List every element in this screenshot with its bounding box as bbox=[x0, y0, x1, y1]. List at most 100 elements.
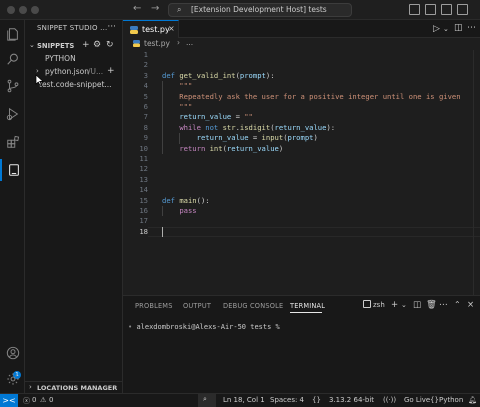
code-text: def main(): bbox=[162, 196, 210, 206]
go-live-button[interactable]: Go Live bbox=[404, 396, 430, 404]
search-icon[interactable] bbox=[0, 48, 25, 70]
code-line[interactable]: 9 return_value = input(prompt) bbox=[123, 133, 480, 143]
go-live-icon[interactable]: ((·)) bbox=[383, 396, 396, 404]
zoom-search-icon: ⌕ bbox=[203, 395, 207, 403]
code-line[interactable]: 15 def main(): bbox=[123, 196, 480, 206]
new-terminal-icon[interactable]: + bbox=[391, 300, 398, 310]
warning-count[interactable]: 0 bbox=[49, 396, 53, 404]
error-icon[interactable]: ⓧ bbox=[23, 396, 30, 406]
more-actions-icon[interactable]: ⋯ bbox=[467, 23, 476, 33]
tab-output[interactable]: OUTPUT bbox=[183, 302, 211, 310]
code-line[interactable]: 14 bbox=[123, 185, 480, 195]
code-line[interactable]: 11 bbox=[123, 154, 480, 164]
code-line[interactable]: 1 bbox=[123, 50, 480, 60]
back-arrow-icon[interactable]: ← bbox=[133, 3, 141, 14]
refresh-icon[interactable]: ↻ bbox=[106, 40, 114, 50]
tab-test-py[interactable]: test.py × bbox=[123, 20, 179, 38]
remote-indicator-icon[interactable]: >< bbox=[0, 394, 18, 407]
code-token: isdigit bbox=[239, 122, 271, 132]
code-line[interactable]: 6 """ bbox=[123, 102, 480, 112]
warning-icon[interactable]: ⚠ bbox=[40, 396, 46, 404]
terminal-shell-selector[interactable]: zsh bbox=[363, 299, 391, 311]
braces-icon[interactable]: {} bbox=[312, 396, 321, 404]
line-number: 17 bbox=[139, 216, 148, 226]
tab-debug-console[interactable]: DEBUG CONSOLE bbox=[223, 302, 283, 310]
python-interpreter[interactable]: 3.13.2 64-bit bbox=[329, 396, 374, 404]
code-line[interactable]: 3 def get_valid_int(prompt): bbox=[123, 71, 480, 81]
chevron-down-icon[interactable]: ⌄ bbox=[443, 25, 449, 33]
chevron-down-icon[interactable]: ⌄ bbox=[401, 301, 407, 309]
terminal-prompt-dot: • bbox=[128, 323, 133, 331]
editor-scrollbar[interactable] bbox=[473, 50, 480, 295]
notifications-bell-icon[interactable]: 🔔︎ bbox=[468, 396, 477, 404]
toggle-secondary-sidebar-icon[interactable] bbox=[441, 4, 452, 15]
code-token: = bbox=[231, 112, 245, 122]
code-line[interactable]: 4 """ bbox=[123, 81, 480, 91]
close-icon[interactable]: × bbox=[168, 24, 175, 33]
code-token: prompt bbox=[287, 133, 314, 143]
error-count[interactable]: 0 bbox=[32, 396, 36, 404]
cursor-position[interactable]: Ln 18, Col 1 bbox=[223, 396, 265, 404]
source-control-icon[interactable] bbox=[0, 75, 25, 97]
breadcrumb[interactable]: test.py › ... bbox=[123, 38, 480, 50]
customize-layout-icon[interactable] bbox=[457, 4, 468, 15]
tree-group-python[interactable]: PYTHON bbox=[25, 53, 123, 66]
snippets-section-header[interactable]: ⌄ SNIPPETS + ⚙ ↻ bbox=[25, 39, 123, 53]
status-bar: >< ⓧ 0 ⚠ 0 ⌕ Ln 18, Col 1 Spaces: 4 {} 3… bbox=[0, 393, 480, 407]
language-braces-icon[interactable]: {} bbox=[430, 396, 439, 404]
add-snippet-icon[interactable]: + bbox=[82, 40, 90, 50]
code-line[interactable]: 17 bbox=[123, 216, 480, 226]
terminal-output[interactable]: • alexdombroski@Alexs-Air-50 tests % bbox=[128, 323, 280, 331]
split-editor-icon[interactable]: ◫ bbox=[454, 23, 463, 33]
locations-manager-section[interactable]: › LOCATIONS MANAGER bbox=[25, 381, 123, 393]
snippet-studio-icon[interactable] bbox=[0, 159, 25, 181]
code-line[interactable]: 7 return_value = "" bbox=[123, 112, 480, 122]
breadcrumb-more[interactable]: ... bbox=[186, 38, 193, 47]
account-icon[interactable] bbox=[0, 342, 25, 364]
run-file-icon[interactable]: ▷ bbox=[433, 24, 440, 34]
close-panel-icon[interactable]: × bbox=[467, 300, 474, 310]
code-line[interactable]: 16 pass bbox=[123, 206, 480, 216]
language-mode[interactable]: Python bbox=[439, 396, 463, 404]
window-maximize-button[interactable] bbox=[31, 6, 39, 14]
more-actions-icon[interactable]: ⋯ bbox=[439, 300, 448, 310]
split-terminal-icon[interactable]: ◫ bbox=[413, 300, 421, 310]
indentation[interactable]: Spaces: 4 bbox=[270, 396, 304, 404]
code-token: pass bbox=[179, 206, 197, 215]
tab-problems[interactable]: PROBLEMS bbox=[135, 302, 173, 310]
code-line[interactable]: 10 return int(return_value) bbox=[123, 144, 480, 154]
manage-gear-icon[interactable] bbox=[0, 368, 25, 390]
window-minimize-button[interactable] bbox=[19, 6, 27, 14]
code-line[interactable]: 12 bbox=[123, 164, 480, 174]
add-icon[interactable]: + bbox=[107, 66, 115, 76]
code-line[interactable]: 18 bbox=[123, 227, 480, 237]
code-line[interactable]: 8 while not str.isdigit(return_value): bbox=[123, 123, 480, 133]
editor-tab-bar: test.py × ▷ ⌄ ◫ ⋯ bbox=[123, 20, 480, 38]
forward-arrow-icon[interactable]: → bbox=[151, 3, 159, 14]
code-token: prompt bbox=[239, 70, 266, 80]
more-actions-icon[interactable]: ··· bbox=[107, 22, 116, 32]
code-text: return int(return_value) bbox=[162, 144, 283, 154]
explorer-icon[interactable] bbox=[0, 23, 25, 45]
code-line[interactable]: 13 bbox=[123, 175, 480, 185]
tree-group-label: PYTHON bbox=[45, 54, 76, 63]
window-close-button[interactable] bbox=[7, 6, 15, 14]
toggle-panel-icon[interactable] bbox=[425, 4, 436, 15]
code-text: Repeatedly ask the user for a positive i… bbox=[162, 92, 460, 102]
kill-terminal-trash-icon[interactable]: 🗑 bbox=[426, 300, 437, 310]
settings-gear-icon[interactable]: ⚙ bbox=[93, 40, 101, 50]
zoom-indicator[interactable]: ⌕ bbox=[198, 394, 216, 407]
code-token: int bbox=[209, 143, 223, 153]
command-center-search[interactable]: ⌕ [Extension Development Host] tests bbox=[168, 3, 352, 17]
code-token: """ bbox=[162, 102, 193, 111]
code-line[interactable]: 2 bbox=[123, 60, 480, 70]
code-line[interactable]: 5 Repeatedly ask the user for a positive… bbox=[123, 92, 480, 102]
run-debug-icon[interactable] bbox=[0, 103, 25, 125]
tab-terminal[interactable]: TERMINAL bbox=[290, 302, 325, 310]
extensions-icon[interactable] bbox=[0, 131, 25, 153]
toggle-primary-sidebar-icon[interactable] bbox=[409, 4, 420, 15]
maximize-panel-chevron-up-icon[interactable]: ⌃ bbox=[454, 300, 461, 309]
breadcrumb-file[interactable]: test.py bbox=[144, 39, 170, 48]
code-token: ): bbox=[265, 70, 275, 80]
